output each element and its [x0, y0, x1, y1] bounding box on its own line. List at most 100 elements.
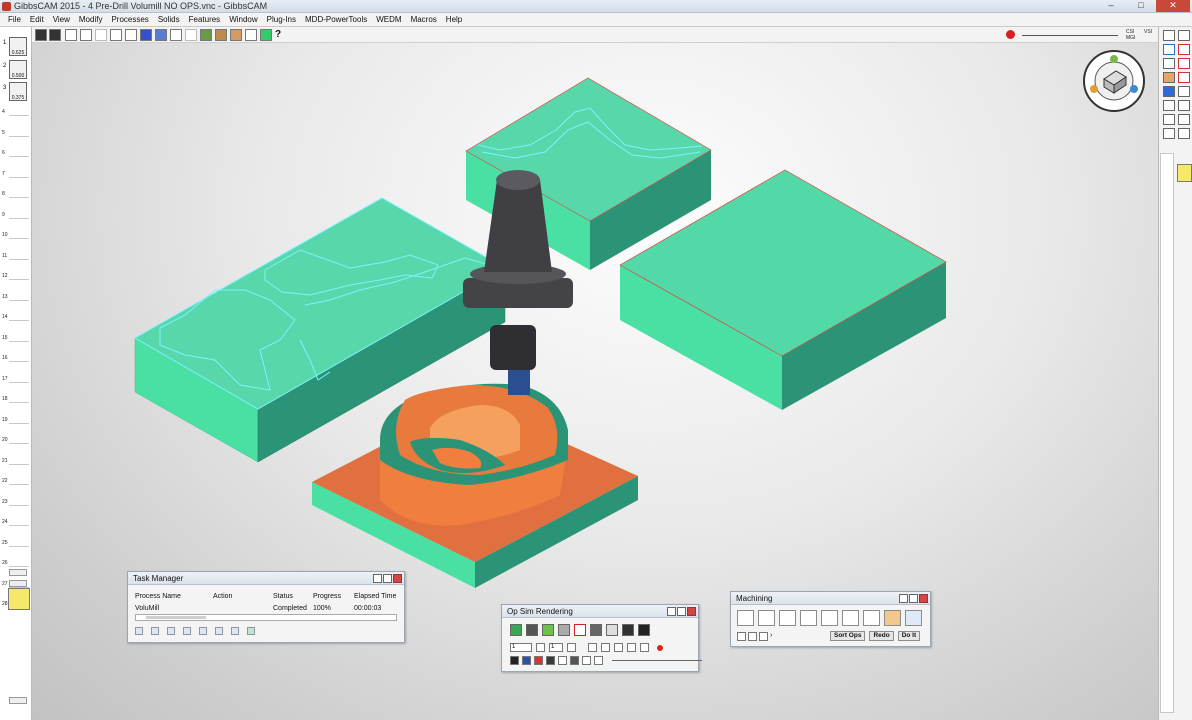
- zoom-slider[interactable]: [1022, 35, 1118, 36]
- rectangle-icon[interactable]: [125, 29, 137, 41]
- fill-icon[interactable]: [1163, 72, 1175, 83]
- finishing-process-icon[interactable]: [863, 610, 880, 626]
- op-highlight-icon[interactable]: [1177, 164, 1192, 182]
- tool-slot[interactable]: 2 0.500: [3, 60, 27, 79]
- close-button[interactable]: ✕: [1156, 0, 1190, 12]
- play-icon[interactable]: [135, 627, 143, 635]
- panel-close-icon[interactable]: [393, 574, 402, 583]
- list-icon[interactable]: [594, 656, 603, 665]
- check-icon[interactable]: [1163, 128, 1175, 139]
- panel-close-icon[interactable]: [687, 607, 696, 616]
- menu-wedm[interactable]: WEDM: [372, 13, 406, 26]
- trim-icon[interactable]: [1178, 44, 1190, 55]
- box-icon[interactable]: [1178, 86, 1190, 97]
- menu-view[interactable]: View: [49, 13, 75, 26]
- shell-icon[interactable]: [230, 29, 242, 41]
- tool-highlight-icon[interactable]: [8, 588, 30, 610]
- pause-icon[interactable]: [151, 627, 159, 635]
- stock-icon[interactable]: [170, 29, 182, 41]
- group-icon[interactable]: [200, 29, 212, 41]
- roughing-process-icon[interactable]: [842, 610, 859, 626]
- menu-features[interactable]: Features: [185, 13, 226, 26]
- curve-icon[interactable]: [1178, 58, 1190, 69]
- tool-display-icon[interactable]: [510, 656, 519, 665]
- menu-plug-ins[interactable]: Plug-Ins: [263, 13, 301, 26]
- ops-list-icon[interactable]: [759, 632, 768, 641]
- drill-process-icon[interactable]: [737, 610, 754, 626]
- maximize-button[interactable]: □: [1128, 0, 1154, 12]
- menu-edit[interactable]: Edit: [26, 13, 49, 26]
- contour-process-icon[interactable]: [758, 610, 775, 626]
- revolve-icon[interactable]: [1163, 100, 1175, 111]
- step-field[interactable]: 1: [549, 643, 563, 652]
- color-icon[interactable]: [140, 29, 152, 41]
- panel-dock-icon[interactable]: [899, 594, 908, 603]
- surface-process-icon[interactable]: [800, 610, 817, 626]
- sketch-icon[interactable]: [245, 29, 257, 41]
- move-down-icon[interactable]: [215, 627, 223, 635]
- arc-icon[interactable]: [1178, 72, 1190, 83]
- record-icon[interactable]: [1006, 30, 1015, 39]
- process-list-icon[interactable]: [748, 632, 757, 641]
- edit-icon[interactable]: [1163, 58, 1175, 69]
- globe-icon[interactable]: [510, 624, 522, 636]
- checkmark-icon[interactable]: [574, 624, 586, 636]
- loft-icon[interactable]: [1178, 114, 1190, 125]
- blend-icon[interactable]: [1163, 114, 1175, 125]
- stop-icon[interactable]: [167, 627, 175, 635]
- step-spinner-icon[interactable]: [567, 643, 576, 652]
- film-icon[interactable]: [638, 624, 650, 636]
- panel-dock-icon[interactable]: [667, 607, 676, 616]
- stop-icon[interactable]: [601, 643, 610, 652]
- solid-icon[interactable]: [215, 29, 227, 41]
- help-icon[interactable]: ?: [275, 29, 287, 41]
- do-it-button[interactable]: Do It: [897, 631, 921, 641]
- fixture-display-icon[interactable]: [546, 656, 555, 665]
- stock-display-icon[interactable]: [534, 656, 543, 665]
- grid-icon[interactable]: [606, 624, 618, 636]
- move-bottom-icon[interactable]: [231, 627, 239, 635]
- op-spinner-icon[interactable]: [536, 643, 545, 652]
- fast-forward-icon[interactable]: [640, 643, 649, 652]
- menu-window[interactable]: Window: [225, 13, 262, 26]
- step-forward-icon[interactable]: [614, 643, 623, 652]
- scroll-up-icon[interactable]: [9, 580, 27, 587]
- text-icon[interactable]: [582, 656, 591, 665]
- menu-mdd-powertools[interactable]: MDD-PowerTools: [301, 13, 372, 26]
- menu-processes[interactable]: Processes: [107, 13, 153, 26]
- settings-icon[interactable]: [570, 656, 579, 665]
- shaded-view-icon[interactable]: [35, 29, 47, 41]
- lock-icon[interactable]: [590, 624, 602, 636]
- part-display-icon[interactable]: [522, 656, 531, 665]
- layers-icon[interactable]: [155, 29, 167, 41]
- panel-minimize-icon[interactable]: [909, 594, 918, 603]
- table-row[interactable]: VoluMill Completed 100% 00:00:03: [135, 602, 397, 614]
- expand-icon[interactable]: ›: [770, 632, 779, 641]
- volumill-process-icon[interactable]: [884, 610, 901, 626]
- point-icon[interactable]: [110, 29, 122, 41]
- machine-icon[interactable]: [558, 624, 570, 636]
- pocket-process-icon[interactable]: [779, 610, 796, 626]
- verify-process-icon[interactable]: [905, 610, 922, 626]
- solid-select-icon[interactable]: [80, 29, 92, 41]
- scroll-down-icon[interactable]: [9, 569, 27, 576]
- scroll-bottom-icon[interactable]: [9, 697, 27, 704]
- sort-ops-button[interactable]: Sort Ops: [830, 631, 866, 641]
- minimize-button[interactable]: –: [1098, 0, 1124, 12]
- tool-slot[interactable]: 3 0.375: [3, 82, 27, 101]
- panel-dock-icon[interactable]: [373, 574, 382, 583]
- copy-icon[interactable]: [1178, 30, 1190, 41]
- task-scrollbar[interactable]: [135, 614, 397, 621]
- move-top-icon[interactable]: [183, 627, 191, 635]
- speed-icon[interactable]: [558, 656, 567, 665]
- menu-solids[interactable]: Solids: [154, 13, 185, 26]
- thread-process-icon[interactable]: [821, 610, 838, 626]
- cube-render-icon[interactable]: [542, 624, 554, 636]
- select-icon[interactable]: [65, 29, 77, 41]
- panel-close-icon[interactable]: [919, 594, 928, 603]
- document-icon[interactable]: [1163, 30, 1175, 41]
- tool-list-icon[interactable]: [737, 632, 746, 641]
- move-up-icon[interactable]: [199, 627, 207, 635]
- rewind-icon[interactable]: [588, 643, 597, 652]
- play-icon[interactable]: [627, 643, 636, 652]
